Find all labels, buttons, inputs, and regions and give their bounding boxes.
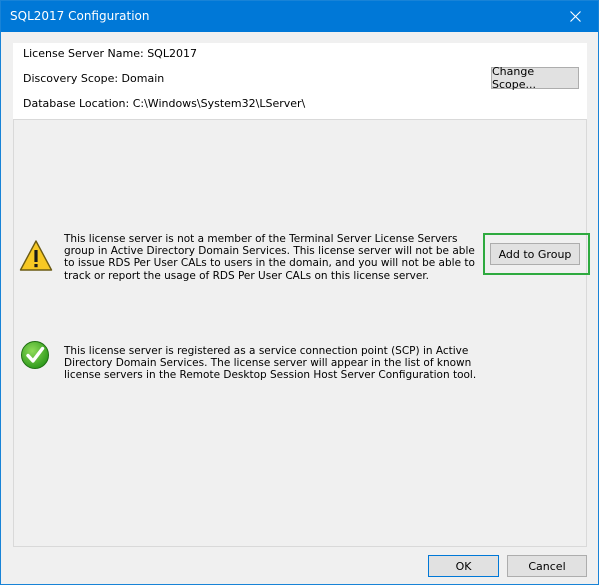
close-icon xyxy=(569,11,581,22)
server-info-section: License Server Name: SQL2017 Discovery S… xyxy=(13,43,587,119)
add-to-group-button[interactable]: Add to Group xyxy=(490,243,580,265)
close-button[interactable] xyxy=(552,1,598,32)
title-bar[interactable]: SQL2017 Configuration xyxy=(1,1,598,32)
change-scope-button[interactable]: Change Scope... xyxy=(491,65,579,91)
window-title: SQL2017 Configuration xyxy=(10,9,150,23)
success-message: This license server is registered as a s… xyxy=(64,345,477,382)
database-location: Database Location: C:\Windows\System32\L… xyxy=(23,97,306,110)
warning-icon xyxy=(19,240,53,271)
warning-message: This license server is not a member of t… xyxy=(64,233,475,282)
license-server-name: License Server Name: SQL2017 xyxy=(23,47,197,60)
status-panel: This license server is not a member of t… xyxy=(13,119,590,547)
check-icon xyxy=(21,341,49,369)
cancel-button[interactable]: Cancel xyxy=(507,555,587,577)
configuration-dialog: SQL2017 Configuration License Server Nam… xyxy=(0,0,599,585)
discovery-scope: Discovery Scope: Domain xyxy=(23,72,165,85)
ok-button[interactable]: OK xyxy=(428,555,499,577)
